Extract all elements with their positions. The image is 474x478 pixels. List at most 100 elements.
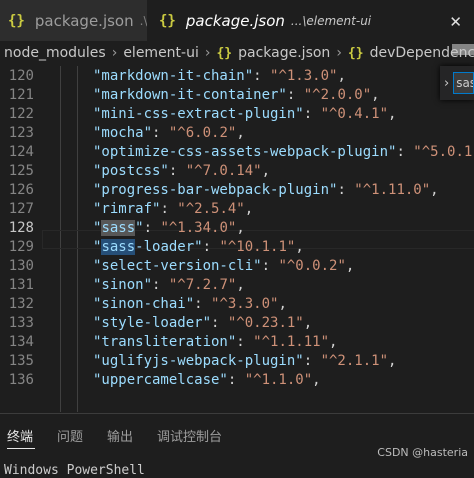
breadcrumb-item-package-json[interactable]: package.json (238, 45, 330, 61)
json-value: "^0.4.1" (320, 106, 389, 122)
comma: , (329, 334, 338, 350)
colon: : (194, 296, 212, 312)
code-line: 134 "transliteration": "^1.1.11", (0, 333, 474, 352)
terminal-output[interactable]: Windows PowerShell (4, 463, 145, 478)
code-line: 130 "select-version-cli": "^0.0.2", (0, 257, 474, 276)
line-number: 125 (8, 163, 34, 179)
code-content: "sinon-chai": "^3.3.0", (93, 295, 287, 314)
json-value: "^10.1.1" (219, 239, 296, 255)
minimap-thumbnail (452, 44, 474, 55)
json-key: "style-loader" (93, 315, 212, 331)
tab-package-json-root[interactable]: {} package.json .\ (0, 0, 147, 41)
comma: , (371, 87, 380, 103)
line-number: 136 (8, 372, 34, 388)
comma: , (388, 106, 397, 122)
comma: , (430, 182, 439, 198)
json-key: "mocha" (93, 125, 153, 141)
code-content: "select-version-cli": "^0.0.2", (93, 257, 354, 276)
comma: , (295, 239, 304, 255)
breadcrumb-item-node-modules[interactable]: node_modules (4, 45, 106, 61)
panel-tab-problems[interactable]: 问题 (57, 426, 83, 445)
line-number: 122 (8, 106, 34, 122)
close-icon[interactable]: ✕ (449, 13, 462, 31)
colon: : (303, 353, 321, 369)
json-key-rest: " (135, 220, 144, 236)
panel-tab-output[interactable]: 输出 (107, 426, 133, 445)
colon: : (286, 87, 304, 103)
tab-bar: {} package.json .\ {} package.json ...\e… (0, 0, 474, 41)
chevron-right-icon[interactable]: › (444, 76, 449, 91)
comma: , (244, 201, 254, 217)
line-number: 128 (8, 220, 34, 236)
code-line: 132 "sinon-chai": "^3.3.0", (0, 295, 474, 314)
json-key: "transliteration" (93, 334, 237, 350)
code-line: 131 "sinon": "^7.2.7", (0, 276, 474, 295)
json-value: "^7.0.14" (185, 163, 262, 179)
colon: : (152, 277, 169, 293)
json-value: "^7.2.7" (168, 277, 237, 293)
colon: : (211, 315, 228, 331)
code-line: 120 "markdown-it-chain": "^1.3.0", (0, 67, 474, 86)
breadcrumb: node_modules › element-ui › {} package.j… (0, 41, 474, 65)
comma: , (236, 277, 245, 293)
code-content: "mocha": "^6.0.2", (93, 124, 245, 143)
json-braces-icon: {} (347, 45, 364, 61)
colon: : (160, 201, 178, 217)
line-number: 121 (8, 87, 34, 103)
json-value: "^1.34.0" (160, 220, 237, 236)
json-value: "^2.1.1" (320, 353, 389, 369)
code-line: 121 "markdown-it-container": "^2.0.0", (0, 86, 474, 105)
json-value: "^5.0.1" (413, 144, 474, 160)
json-value: "^0.0.2" (278, 258, 346, 274)
json-value: "^1.1.11" (253, 334, 330, 350)
code-content: "uppercamelcase": "^1.1.0", (93, 371, 321, 390)
bottom-panel: 终端 问题 输出 调试控制台 CSDN @hasteria Windows Po… (0, 413, 474, 478)
json-value: "^1.1.0" (244, 372, 313, 388)
code-line: 133 "style-loader": "^0.23.1", (0, 314, 474, 333)
panel-tab-terminal[interactable]: 终端 (7, 426, 33, 445)
colon: : (152, 125, 169, 141)
code-content: "uglifyjs-webpack-plugin": "^2.1.1", (93, 352, 396, 371)
code-content: "optimize-css-assets-webpack-plugin": "^… (93, 143, 474, 162)
json-key: "sinon" (93, 277, 153, 293)
panel-tab-debug-console[interactable]: 调试控制台 (157, 426, 222, 445)
chevron-right-icon: › (204, 45, 211, 61)
code-line: 129 "sass-loader": "^10.1.1", (0, 238, 474, 257)
colon: : (143, 220, 161, 236)
line-number: 131 (8, 277, 34, 293)
line-number: 135 (8, 353, 34, 369)
comma: , (388, 353, 397, 369)
code-content: "transliteration": "^1.1.11", (93, 333, 337, 352)
code-line: 124 "optimize-css-assets-webpack-plugin":… (0, 143, 474, 162)
chevron-right-icon: › (336, 45, 342, 61)
code-content: "style-loader": "^0.23.1", (93, 314, 312, 333)
code-editor[interactable]: 120 "markdown-it-chain": "^1.3.0", 121 "mar… (0, 66, 474, 412)
breadcrumb-item-element-ui[interactable]: element-ui (123, 45, 199, 61)
code-line: 123 "mocha": "^6.0.2", (0, 124, 474, 143)
json-braces-icon: {} (216, 45, 233, 61)
line-number: 123 (8, 125, 34, 141)
comma: , (345, 258, 355, 274)
json-key: "progress-bar-webpack-plugin" (93, 182, 338, 198)
line-number: 133 (8, 315, 34, 331)
code-content: "sinon": "^7.2.7", (93, 276, 245, 295)
code-content: "markdown-it-container": "^2.0.0", (93, 86, 380, 105)
code-line: 126 "progress-bar-webpack-plugin": "^1.11… (0, 181, 474, 200)
code-content: "postcss": "^7.0.14", (93, 162, 270, 181)
json-braces-icon: {} (159, 13, 176, 29)
code-line: 135 "uglifyjs-webpack-plugin": "^2.1.1", (0, 352, 474, 371)
colon: : (202, 239, 220, 255)
colon: : (303, 106, 321, 122)
code-content: "mini-css-extract-plugin": "^0.4.1", (93, 105, 396, 124)
active-tab-indicator (7, 448, 35, 449)
tab-package-json-element-ui[interactable]: {} package.json ...\element-ui ✕ (147, 0, 474, 41)
tab-title: package.json (34, 11, 134, 30)
code-line: 128 "sass": "^1.34.0", (0, 219, 474, 238)
find-input[interactable]: sas (453, 72, 474, 94)
line-number: 126 (8, 182, 34, 198)
code-line: 136 "uppercamelcase": "^1.1.0", (0, 371, 474, 390)
code-content: "rimraf": "^2.5.4", (93, 200, 253, 219)
tab-description: ...\element-ui (290, 14, 372, 28)
line-number: 129 (8, 239, 34, 255)
code-line: 127 "rimraf": "^2.5.4", (0, 200, 474, 219)
